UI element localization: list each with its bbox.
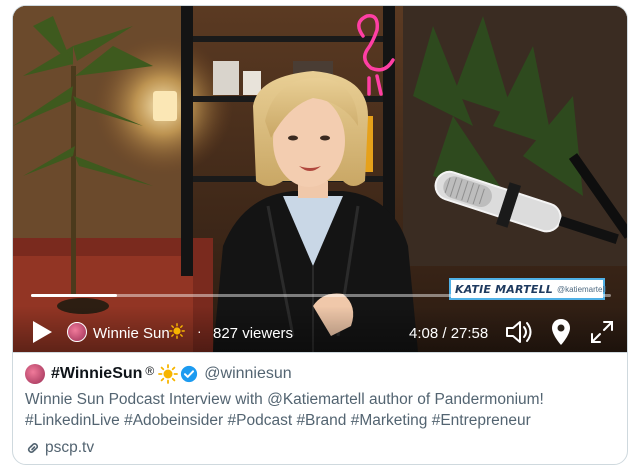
viewer-count: 827 viewers xyxy=(213,325,294,342)
play-icon[interactable] xyxy=(31,320,53,344)
tweet-card[interactable]: KATIE MARTELL @katiemartell Winnie Sun ·… xyxy=(12,5,628,465)
author-handle[interactable]: @winniesun xyxy=(204,365,291,383)
registered-mark: ® xyxy=(145,364,155,378)
broadcast-description: Winnie Sun Podcast Interview with @Katie… xyxy=(25,391,544,429)
host-name[interactable]: Winnie Sun xyxy=(93,325,170,342)
video-controls: Winnie Sun · 827 viewers 4:08 / 27:58 xyxy=(13,306,627,352)
source-link[interactable]: pscp.tv xyxy=(25,439,94,457)
separator-dot: · xyxy=(197,323,202,339)
sun-icon xyxy=(158,364,179,384)
timecode: 4:08 / 27:58 xyxy=(409,325,489,342)
video-player[interactable]: KATIE MARTELL @katiemartell Winnie Sun ·… xyxy=(13,6,627,352)
tweet-info: #WinnieSun ® @winniesun Winnie Sun Podca… xyxy=(13,352,627,464)
source-link-text[interactable]: pscp.tv xyxy=(45,439,94,457)
name-tag-handle: @katiemartell xyxy=(557,284,607,294)
volume-icon[interactable] xyxy=(505,319,533,345)
location-pin-icon[interactable] xyxy=(551,318,571,346)
video-frame xyxy=(13,6,627,352)
progress-bar[interactable] xyxy=(31,294,611,297)
author-avatar[interactable] xyxy=(25,364,45,384)
author-row[interactable]: #WinnieSun ® @winniesun xyxy=(25,363,292,385)
author-name[interactable]: #WinnieSun xyxy=(51,365,142,383)
fullscreen-icon[interactable] xyxy=(589,319,615,345)
verified-badge-icon xyxy=(181,365,198,383)
progress-bar-fill xyxy=(31,294,117,297)
link-icon xyxy=(27,443,39,453)
host-avatar[interactable] xyxy=(67,322,87,342)
sun-icon xyxy=(169,323,185,339)
